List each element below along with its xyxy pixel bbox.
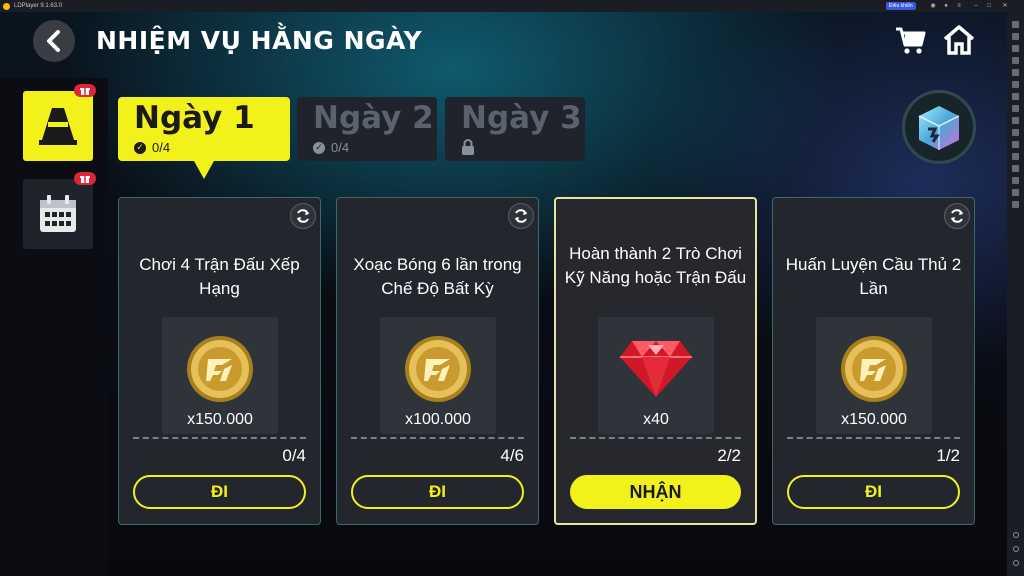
coin-icon	[841, 336, 907, 402]
day-label: Ngày 2	[313, 100, 434, 136]
emulator-toolbar	[1007, 12, 1024, 576]
reward-box: x150.000	[816, 317, 932, 434]
coin-icon	[187, 336, 253, 402]
quest-progress: 4/6	[500, 446, 524, 465]
refresh-button[interactable]	[944, 203, 970, 229]
tab-day-2[interactable]: Ngày 2 ✓ 0/4	[297, 97, 437, 161]
divider	[133, 437, 306, 439]
check-circle-icon: ✓	[134, 141, 146, 154]
toolbar-fullscreen-icon[interactable]	[1012, 68, 1019, 76]
lock-icon	[462, 139, 474, 155]
maximize-icon[interactable]: □	[986, 3, 992, 9]
toolbar-macro-icon[interactable]	[1012, 104, 1019, 112]
quest-title: Chơi 4 Trận Đấu Xếp Hạng	[139, 255, 300, 298]
toolbar-more-icon[interactable]	[1012, 200, 1019, 208]
tab-day-1[interactable]: Ngày 1 ✓ 0/4	[118, 97, 290, 179]
reward-chest-button[interactable]	[902, 90, 976, 164]
toolbar-folder-icon[interactable]	[1012, 176, 1019, 184]
toolbar-apk-icon[interactable]	[1012, 128, 1019, 136]
divider	[787, 437, 960, 439]
quest-card-completed: Hoàn thành 2 Trò Chơi Kỹ Năng hoặc Trận …	[554, 197, 757, 525]
toolbar-record-icon[interactable]	[1012, 92, 1019, 100]
go-button[interactable]: ĐI	[787, 475, 960, 509]
toolbar-volume-down-icon[interactable]	[1012, 56, 1019, 64]
gem-icon	[620, 341, 692, 397]
reward-amount: x150.000	[841, 411, 907, 428]
toolbar-video-icon[interactable]	[1012, 152, 1019, 160]
reward-amount: x40	[643, 411, 669, 428]
quest-progress: 2/2	[717, 446, 741, 465]
side-tab-daily-missions[interactable]	[23, 84, 96, 161]
refresh-icon	[515, 209, 527, 223]
page-title: NHIỆM VỤ HẰNG NGÀY	[96, 26, 423, 55]
quest-card: Huấn Luyện Cầu Thủ 2 Lần x150.000 1/2 ĐI	[772, 197, 975, 525]
toolbar-multi-icon[interactable]	[1012, 164, 1019, 172]
control-button[interactable]: Điều khiển	[886, 2, 916, 10]
reward-amount: x100.000	[405, 411, 471, 428]
day-label: Ngày 3	[461, 100, 582, 136]
quest-title: Huấn Luyện Cầu Thủ 2 Lần	[785, 255, 962, 298]
shop-button[interactable]	[894, 26, 926, 56]
day-status: ✓ 0/4	[313, 140, 349, 155]
reward-box: x150.000	[162, 317, 278, 434]
emulator-titlebar: LDPlayer 9.1.63.0 Điều khiển ◉ ● ≡ – □ ✕	[0, 0, 1024, 12]
toolbar-sync-icon[interactable]	[1012, 140, 1019, 148]
close-icon[interactable]: ✕	[1002, 3, 1008, 9]
day-progress: 0/4	[331, 140, 350, 155]
toolbar-screenshot-icon[interactable]	[1012, 80, 1019, 88]
recents-nav-icon[interactable]	[1012, 560, 1019, 566]
quest-title: Hoàn thành 2 Trò Chơi Kỹ Năng hoặc Trận …	[564, 244, 747, 287]
back-nav-icon[interactable]	[1012, 532, 1019, 538]
divider	[570, 437, 741, 439]
quest-card: Xoạc Bóng 6 lần trong Chế Độ Bất Kỳ x100…	[336, 197, 539, 525]
toolbar-keyboard-icon[interactable]	[1012, 20, 1019, 28]
quest-title: Xoạc Bóng 6 lần trong Chế Độ Bất Kỳ	[353, 255, 522, 298]
ldplayer-logo-icon	[3, 2, 10, 10]
toolbar-shake-icon[interactable]	[1012, 116, 1019, 124]
side-tab-calendar[interactable]	[23, 172, 96, 249]
refresh-icon	[297, 209, 309, 223]
minimize-icon[interactable]: –	[973, 3, 979, 9]
home-nav-icon[interactable]	[1012, 546, 1019, 552]
toolbar-location-icon[interactable]	[1012, 188, 1019, 196]
account-icon[interactable]: ●	[943, 3, 949, 9]
refresh-icon	[951, 209, 963, 223]
home-icon	[943, 25, 975, 55]
tab-day-3[interactable]: Ngày 3	[445, 97, 585, 161]
cart-icon	[896, 27, 926, 54]
chevron-left-icon	[47, 30, 60, 52]
gift-icon	[80, 88, 90, 95]
gift-icon	[80, 176, 90, 183]
emulator-title: LDPlayer 9.1.63.0	[14, 3, 63, 9]
home-button[interactable]	[943, 25, 975, 55]
cone-icon	[39, 108, 77, 145]
back-button[interactable]	[33, 20, 75, 62]
gift-badge	[74, 172, 96, 185]
go-button[interactable]: ĐI	[351, 475, 524, 509]
claim-button[interactable]: NHẬN	[570, 475, 741, 509]
refresh-button[interactable]	[290, 203, 316, 229]
toolbar-volume-up-icon[interactable]	[1012, 44, 1019, 52]
toolbar-gamepad-icon[interactable]	[1012, 32, 1019, 40]
check-circle-icon: ✓	[313, 141, 325, 154]
gift-badge	[74, 84, 96, 97]
reward-box: x40	[598, 317, 714, 434]
menu-icon[interactable]: ≡	[956, 3, 962, 9]
coin-icon	[405, 336, 471, 402]
divider	[351, 437, 524, 439]
quest-card: Chơi 4 Trận Đấu Xếp Hạng x150.000 0/4 ĐI	[118, 197, 321, 525]
calendar-icon	[40, 195, 76, 232]
reward-amount: x150.000	[187, 411, 253, 428]
day-progress: 0/4	[152, 140, 171, 155]
go-button[interactable]: ĐI	[133, 475, 306, 509]
game-screen: NHIỆM VỤ HẰNG NGÀY Ngày 1 ✓ 0/4 Ngày 2 ✓…	[0, 12, 1007, 576]
day-label: Ngày 1	[134, 100, 255, 136]
reward-box: x100.000	[380, 317, 496, 434]
quest-progress: 1/2	[936, 446, 960, 465]
day-status: ✓ 0/4	[134, 140, 170, 155]
gamepad-icon[interactable]: ◉	[930, 3, 936, 9]
quest-progress: 0/4	[282, 446, 306, 465]
reward-chest-icon	[918, 106, 960, 150]
refresh-button[interactable]	[508, 203, 534, 229]
